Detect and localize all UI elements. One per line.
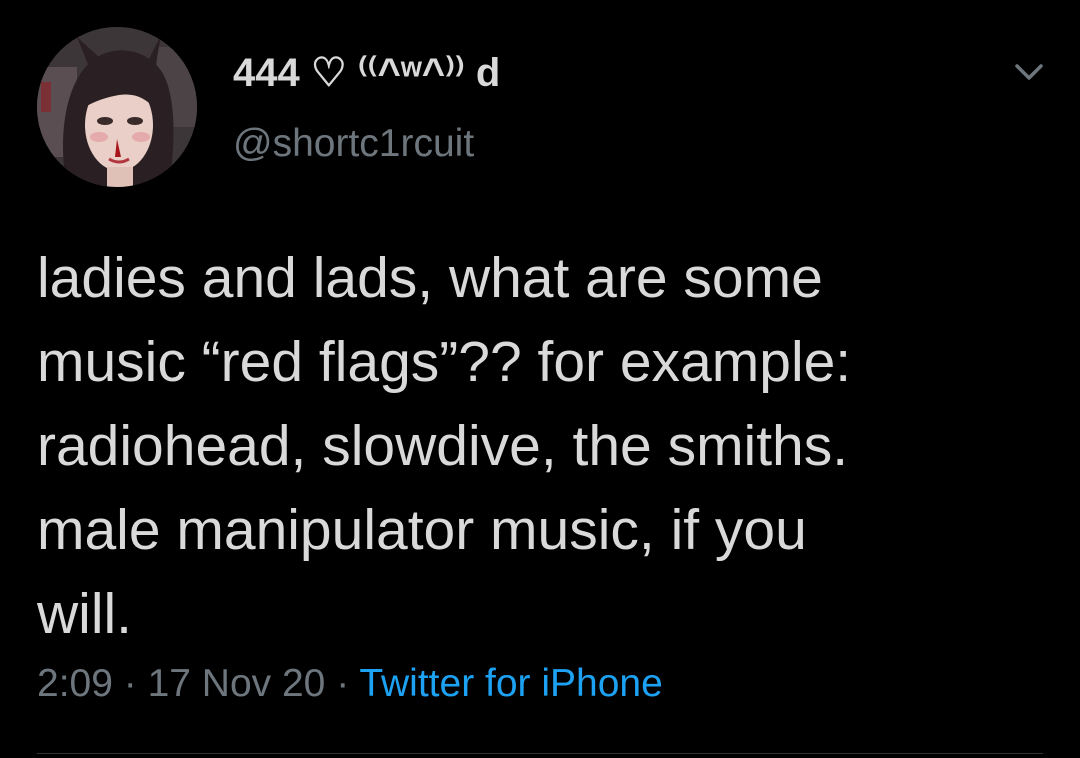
tweet-time[interactable]: 2:09 <box>37 662 113 705</box>
tweet-source-link[interactable]: Twitter for iPhone <box>359 662 662 705</box>
avatar-image <box>37 27 197 187</box>
tweet-text-line: radiohead, slowdive, the smiths. <box>37 414 849 478</box>
author-name-row[interactable]: 444 ♡ ⁽⁽^ʷ^⁾⁾ d <box>233 45 500 101</box>
tweet-text-line: music “red flags”?? for example: <box>37 330 852 394</box>
author-handle[interactable]: @shortc1rcuit <box>233 122 474 166</box>
tweet-date[interactable]: 17 Nov 20 <box>148 662 326 705</box>
tweet-text: ladies and lads, what are some music “re… <box>37 236 1047 656</box>
tweet-text-line: ladies and lads, what are some <box>37 246 823 310</box>
tweet-text-line: male manipulator music, if you <box>37 498 807 562</box>
author-display-name[interactable]: 444 ♡ ⁽⁽^ʷ^⁾⁾ d <box>233 50 500 96</box>
tweet-text-line: will. <box>37 582 132 646</box>
tweet-meta: 2:09 · 17 Nov 20 · Twitter for iPhone <box>37 662 663 706</box>
more-options-button[interactable] <box>1009 52 1049 92</box>
avatar[interactable] <box>37 27 197 187</box>
divider <box>37 753 1043 754</box>
tweet: 444 ♡ ⁽⁽^ʷ^⁾⁾ d @shortc1rcuit ladies and… <box>0 0 1080 758</box>
meta-separator: · <box>325 662 360 705</box>
meta-separator: · <box>112 662 148 705</box>
chevron-down-icon <box>1015 64 1043 80</box>
